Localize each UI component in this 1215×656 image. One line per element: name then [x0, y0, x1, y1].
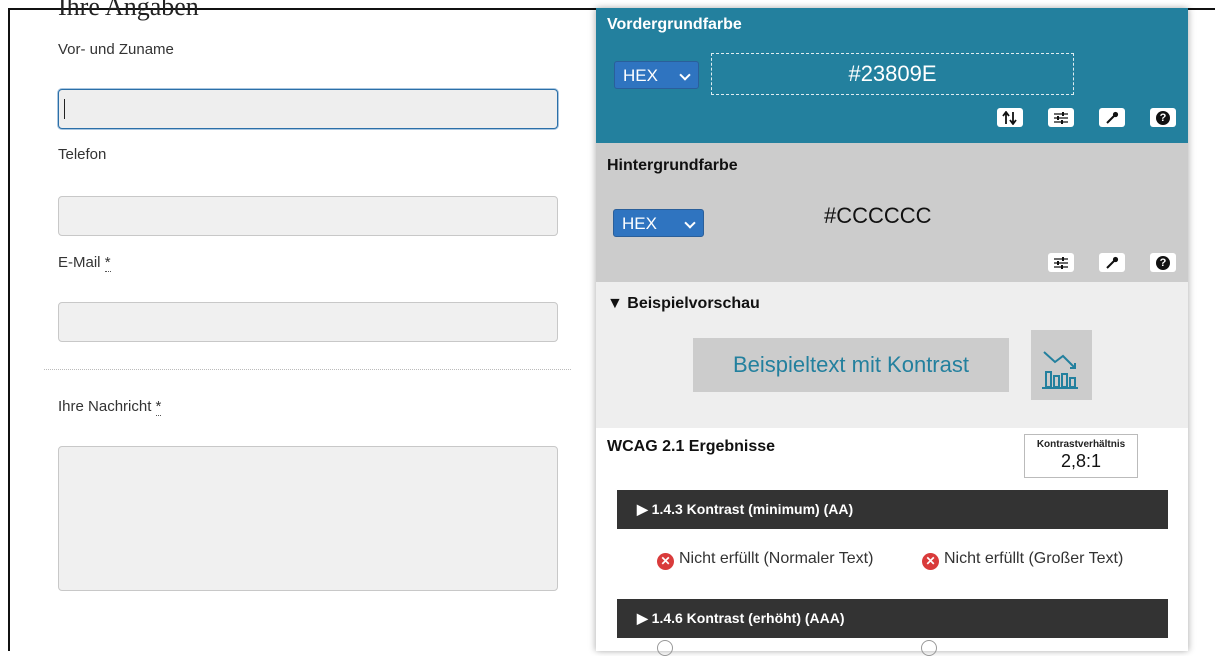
foreground-title: Vordergrundfarbe — [607, 16, 742, 33]
message-label: Ihre Nachricht * — [58, 398, 162, 416]
accordion-1-4-3[interactable]: ▶ 1.4.3 Kontrast (minimum) (AA) — [617, 490, 1168, 529]
sliders-icon — [1054, 111, 1068, 124]
fail-icon-partial — [921, 640, 937, 656]
contrast-ratio-label: Kontrastverhältnis — [1036, 439, 1126, 450]
result-normal-text-label: Nicht erfüllt (Normaler Text) — [679, 550, 874, 567]
foreground-adjust-button[interactable] — [1048, 108, 1074, 127]
phone-input[interactable] — [58, 196, 558, 236]
results-title: WCAG 2.1 Ergebnisse — [607, 438, 776, 455]
sliders-icon — [1054, 256, 1068, 269]
results-section: WCAG 2.1 Ergebnisse Kontrastverhältnis 2… — [596, 428, 1188, 651]
form-heading: Ihre Angaben — [58, 0, 199, 21]
foreground-eyedropper-button[interactable] — [1099, 108, 1125, 127]
result-normal-text: ✕ Nicht erfüllt (Normaler Text) — [657, 549, 897, 570]
fail-icon: ✕ — [922, 553, 939, 570]
required-marker: * — [104, 254, 111, 272]
preview-toggle[interactable]: ▼ Beispielvorschau — [607, 295, 760, 313]
required-marker: * — [155, 398, 162, 416]
background-help-button[interactable]: ? — [1150, 253, 1176, 272]
chart-icon — [1042, 351, 1078, 389]
help-icon: ? — [1156, 255, 1170, 270]
phone-label: Telefon — [58, 146, 107, 163]
background-adjust-button[interactable] — [1048, 253, 1074, 272]
help-icon: ? — [1156, 110, 1170, 125]
form-divider — [44, 369, 571, 370]
swap-icon — [1002, 110, 1017, 125]
accordion-title: ▶ 1.4.6 Kontrast (erhöht) (AAA) — [637, 610, 845, 626]
chevron-down-icon — [679, 69, 691, 81]
swap-colors-button[interactable] — [997, 108, 1023, 127]
eyedropper-icon — [1106, 111, 1119, 124]
contrast-checker-panel: Vordergrundfarbe HEX #23809E ? Hintergru… — [596, 8, 1188, 651]
result-large-text: ✕ Nicht erfüllt (Großer Text) — [922, 549, 1172, 570]
fail-icon: ✕ — [657, 553, 674, 570]
foreground-format-select[interactable]: HEX — [614, 61, 699, 89]
accordion-1-4-6[interactable]: ▶ 1.4.6 Kontrast (erhöht) (AAA) — [617, 599, 1168, 638]
sample-text-preview: Beispieltext mit Kontrast — [693, 338, 1009, 392]
name-label: Vor- und Zuname — [58, 41, 174, 58]
email-label: E-Mail * — [58, 254, 111, 272]
chevron-down-icon — [684, 217, 696, 229]
background-format-select[interactable]: HEX — [613, 209, 704, 237]
email-label-text: E-Mail — [58, 254, 101, 271]
result-large-text-label: Nicht erfüllt (Großer Text) — [944, 550, 1124, 567]
fail-icon-partial — [657, 640, 673, 656]
background-title: Hintergrundfarbe — [607, 157, 738, 174]
email-input[interactable] — [58, 302, 558, 342]
contrast-ratio-value: 2,8:1 — [1060, 451, 1102, 471]
background-format-value: HEX — [622, 214, 657, 233]
message-textarea[interactable] — [58, 446, 558, 591]
background-hex-input[interactable]: #CCCCCC — [824, 203, 932, 229]
accordion-title: ▶ 1.4.3 Kontrast (minimum) (AA) — [637, 501, 854, 517]
name-input[interactable] — [58, 89, 558, 129]
chart-preview-button[interactable] — [1031, 330, 1092, 400]
foreground-section: Vordergrundfarbe HEX #23809E ? — [596, 8, 1188, 143]
message-label-text: Ihre Nachricht — [58, 398, 152, 415]
window-frame-left — [8, 8, 10, 651]
background-eyedropper-button[interactable] — [1099, 253, 1125, 272]
eyedropper-icon — [1106, 256, 1119, 269]
text-caret — [64, 99, 65, 119]
foreground-help-button[interactable]: ? — [1150, 108, 1176, 127]
preview-section: ▼ Beispielvorschau Beispieltext mit Kont… — [596, 282, 1188, 428]
foreground-hex-input[interactable]: #23809E — [711, 53, 1074, 95]
background-section: Hintergrundfarbe HEX #CCCCCC ? — [596, 143, 1188, 282]
foreground-format-value: HEX — [623, 66, 658, 85]
contrast-ratio-box: Kontrastverhältnis 2,8:1 — [1024, 434, 1138, 478]
